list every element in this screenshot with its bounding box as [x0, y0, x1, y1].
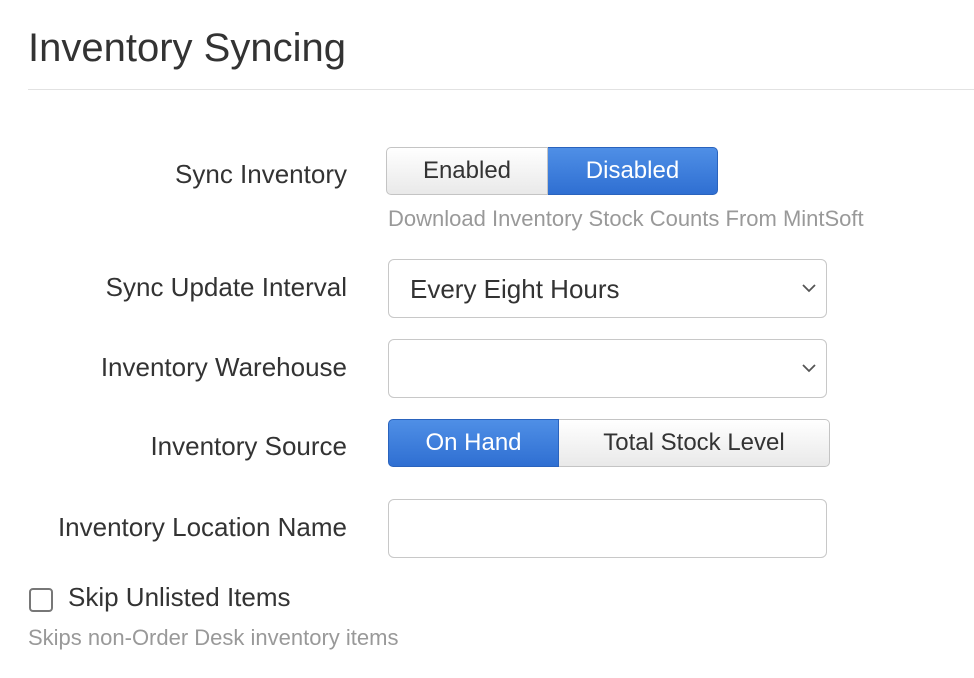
- inventory-syncing-panel: Inventory Syncing Sync Inventory Enabled…: [0, 0, 974, 678]
- sync-inventory-label: Sync Inventory: [175, 159, 347, 189]
- inventory-source-label: Inventory Source: [150, 431, 347, 461]
- title-divider: [28, 89, 974, 90]
- inventory-source-toggle: On Hand Total Stock Level: [388, 419, 830, 467]
- inventory-location-name-input[interactable]: [388, 499, 827, 558]
- sync-update-interval-label: Sync Update Interval: [105, 272, 347, 302]
- skip-unlisted-label[interactable]: Skip Unlisted Items: [68, 582, 291, 613]
- inventory-warehouse-label: Inventory Warehouse: [100, 352, 347, 382]
- sync-inventory-enabled-button[interactable]: Enabled: [386, 147, 548, 195]
- inventory-source-on-hand-button[interactable]: On Hand: [388, 419, 559, 467]
- inventory-source-total-stock-button[interactable]: Total Stock Level: [559, 419, 830, 467]
- inventory-location-name-label: Inventory Location Name: [57, 512, 347, 542]
- page-title: Inventory Syncing: [28, 26, 346, 70]
- chevron-down-icon: [802, 364, 816, 373]
- chevron-down-icon: [802, 284, 816, 293]
- sync-update-interval-select[interactable]: Every Eight Hours: [388, 259, 827, 318]
- inventory-warehouse-select[interactable]: [388, 339, 827, 398]
- skip-unlisted-help: Skips non-Order Desk inventory items: [28, 625, 399, 650]
- sync-inventory-toggle: Enabled Disabled: [386, 147, 718, 195]
- skip-unlisted-checkbox[interactable]: [29, 588, 53, 612]
- sync-update-interval-value: Every Eight Hours: [410, 274, 620, 304]
- sync-inventory-help: Download Inventory Stock Counts From Min…: [388, 206, 864, 231]
- sync-inventory-disabled-button[interactable]: Disabled: [548, 147, 718, 195]
